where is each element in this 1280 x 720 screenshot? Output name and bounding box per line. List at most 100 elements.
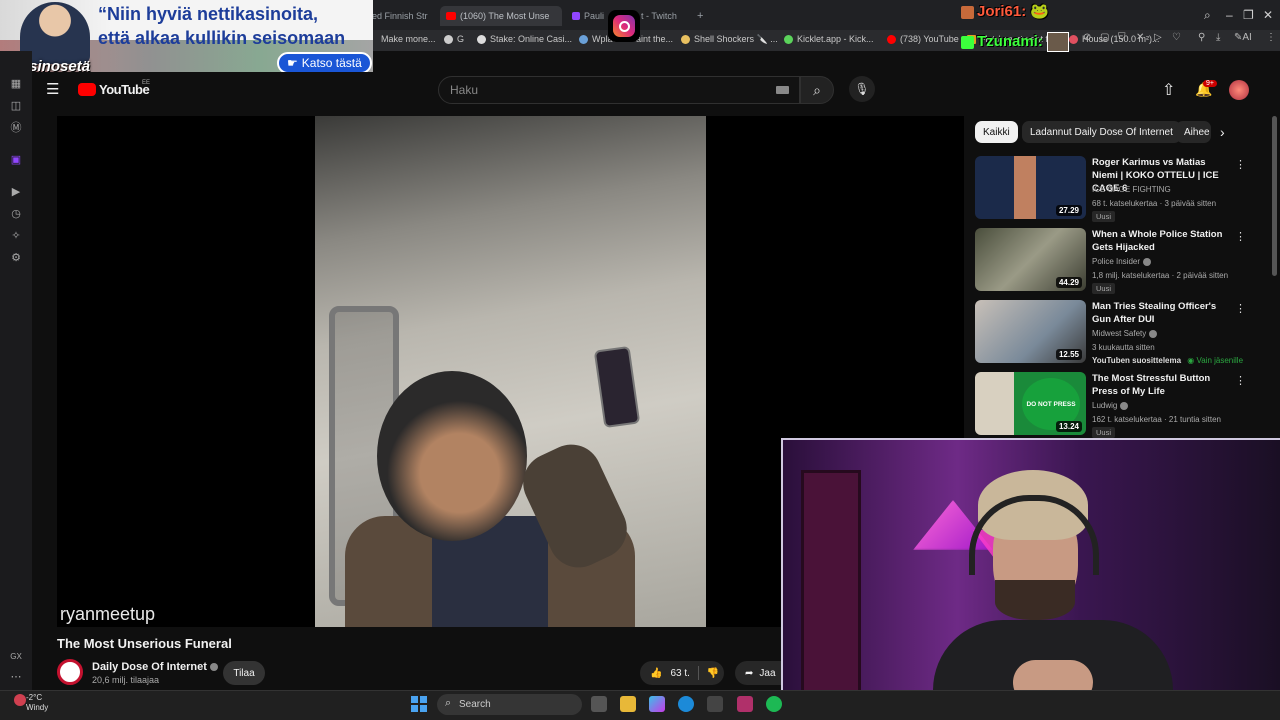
recommended-title[interactable]: The Most Stressful Button Press of My Li…: [1092, 372, 1232, 398]
video-thumbnail[interactable]: 12.55: [975, 300, 1086, 363]
ai-icon[interactable]: ✎AI: [1234, 32, 1252, 43]
sidebar-app-icon[interactable]: ▦: [10, 78, 22, 90]
avatar[interactable]: [1229, 80, 1249, 100]
chevron-right-icon[interactable]: ›: [1220, 124, 1225, 140]
windows-start-icon[interactable]: [411, 696, 427, 712]
recommended-channel[interactable]: Police Insider: [1092, 257, 1152, 266]
browser-tab-active[interactable]: (1060) The Most Unse: [440, 6, 562, 26]
minimize-icon[interactable]: –: [1226, 8, 1233, 22]
recommended-video[interactable]: DO NOT PRESS 13.24 The Most Stressful Bu…: [975, 372, 1255, 438]
video-thumbnail[interactable]: DO NOT PRESS 13.24: [975, 372, 1086, 435]
channel-avatar[interactable]: [57, 659, 83, 685]
menu-icon[interactable]: ⋮: [1266, 32, 1276, 43]
more-options-icon[interactable]: ⋮: [1235, 302, 1246, 315]
edge-icon[interactable]: [678, 696, 694, 712]
history-icon[interactable]: ◷: [10, 208, 22, 220]
sponsor-cta-button[interactable]: ☛ Katso tästä: [277, 52, 372, 74]
recommended-meta: 3 kuukautta sitten: [1092, 343, 1155, 352]
close-icon[interactable]: ✕: [1263, 8, 1273, 22]
copilot-icon[interactable]: [649, 696, 665, 712]
taskbar-search[interactable]: ⌕ Search: [437, 694, 582, 715]
weather-icon[interactable]: [14, 694, 26, 706]
recommended-title[interactable]: Man Tries Stealing Officer's Gun After D…: [1092, 300, 1232, 326]
shield-icon[interactable]: ⛉: [1118, 32, 1126, 43]
recommended-video[interactable]: 12.55 Man Tries Stealing Officer's Gun A…: [975, 300, 1255, 366]
hamburger-menu-icon[interactable]: ☰: [46, 80, 59, 98]
more-options-icon[interactable]: ⋮: [1235, 230, 1246, 243]
bookmark-favicon-icon: [444, 34, 453, 44]
keyboard-icon[interactable]: [776, 86, 789, 94]
search-button[interactable]: ⌕: [800, 76, 834, 104]
extension-icon[interactable]: ✕: [1136, 32, 1144, 43]
extension-icon[interactable]: ▢: [1100, 32, 1109, 43]
profile-icon[interactable]: ⚲: [1198, 32, 1205, 43]
extension-icon[interactable]: ⊘: [1083, 32, 1091, 43]
player-icon[interactable]: ▶: [10, 186, 22, 198]
chat-username: Tzunami:: [961, 32, 1070, 52]
spotify-icon[interactable]: [766, 696, 782, 712]
bookmark-item[interactable]: (738) YouTube: [887, 34, 959, 44]
recommended-video[interactable]: 44.29 When a Whole Police Station Gets H…: [975, 228, 1255, 294]
recommended-title[interactable]: When a Whole Police Station Gets Hijacke…: [1092, 228, 1232, 254]
play-icon[interactable]: ▷: [1154, 32, 1162, 43]
bookmark-item[interactable]: Shell Shockers 🔪 ...: [681, 34, 778, 45]
sidebar-app-icon[interactable]: ◫: [10, 100, 22, 112]
task-view-icon[interactable]: [591, 696, 607, 712]
store-icon[interactable]: [707, 696, 723, 712]
members-text: Vain jäsenille: [1196, 356, 1244, 365]
recommended-channel[interactable]: Midwest Safety: [1092, 329, 1158, 338]
more-icon[interactable]: ⋯: [10, 671, 22, 683]
heart-icon[interactable]: ♡: [1172, 32, 1181, 43]
channel-name[interactable]: Daily Dose Of Internet: [92, 661, 218, 673]
search-placeholder: Haku: [450, 83, 479, 97]
bookmark-label: G: [457, 34, 465, 44]
video-frame[interactable]: [315, 116, 706, 627]
sponsor-banner[interactable]: Kasinosetä “Niin hyviä nettikasinoita, e…: [0, 0, 373, 77]
upload-icon[interactable]: ⇧: [1162, 80, 1175, 100]
scrollbar[interactable]: [1272, 116, 1277, 276]
voice-search-button[interactable]: 🎙: [849, 76, 875, 102]
streamer: [933, 470, 1193, 720]
opera-gx-icon[interactable]: [737, 696, 753, 712]
gx-label[interactable]: GX: [8, 651, 24, 663]
recommended-meta: 68 t. katselukertaa · 3 päivää sitten: [1092, 199, 1217, 208]
like-count: 63 t.: [670, 667, 690, 679]
extensions-icon[interactable]: ✧: [10, 230, 22, 242]
more-options-icon[interactable]: ⋮: [1235, 374, 1246, 387]
subscribe-button[interactable]: Tilaa: [223, 661, 265, 685]
weather-widget[interactable]: -2°C Windy: [26, 693, 48, 713]
plus-icon: +: [697, 10, 704, 22]
thumbs-down-icon[interactable]: 👎: [707, 668, 719, 679]
bookmark-item[interactable]: Kicklet.app - Kick...: [784, 34, 874, 44]
like-button[interactable]: 👍 63 t. 👎: [640, 661, 724, 685]
settings-icon[interactable]: ⚙: [10, 252, 22, 264]
bookmark-item[interactable]: Make mone...: [381, 34, 436, 44]
search-tabs-icon[interactable]: ⌕: [1204, 8, 1211, 23]
recommended-channel[interactable]: Ludwig: [1092, 401, 1129, 410]
chip-topics[interactable]: Aihee: [1176, 121, 1211, 143]
maximize-icon[interactable]: ❐: [1243, 8, 1254, 22]
browser-tab[interactable]: Pauli: [572, 6, 606, 26]
recommended-channel[interactable]: ICE CAGE FIGHTING: [1092, 185, 1171, 194]
browser-tab[interactable]: t - Twitch: [641, 6, 691, 26]
new-tab-button[interactable]: +: [697, 6, 709, 26]
more-options-icon[interactable]: ⋮: [1235, 158, 1246, 171]
browser-tab[interactable]: ed Finnish Str: [372, 6, 434, 26]
taskbar-search-label: Search: [459, 699, 491, 710]
recommended-video[interactable]: 27.29 Roger Karimus vs Matias Niemi | KO…: [975, 156, 1255, 222]
search-icon: ⌕: [813, 81, 821, 98]
bookmark-item[interactable]: G: [444, 34, 464, 44]
video-thumbnail[interactable]: 44.29: [975, 228, 1086, 291]
video-thumbnail[interactable]: 27.29: [975, 156, 1086, 219]
youtube-logo-icon[interactable]: [78, 83, 96, 96]
twitch-icon[interactable]: ▣: [10, 154, 22, 166]
notification-badge: 9+: [1203, 80, 1217, 87]
chip-uploaded-by[interactable]: Ladannut Daily Dose Of Internet: [1022, 121, 1181, 143]
file-explorer-icon[interactable]: [620, 696, 636, 712]
bookmark-item[interactable]: Stake: Online Casi...: [477, 34, 572, 44]
chip-all[interactable]: Kaikki: [975, 121, 1018, 143]
sidebar-app-icon[interactable]: Ⓜ: [10, 122, 22, 134]
search-input[interactable]: Haku: [438, 76, 800, 104]
download-icon[interactable]: ⤓: [1216, 32, 1220, 43]
new-badge: Uusi: [1092, 211, 1116, 222]
